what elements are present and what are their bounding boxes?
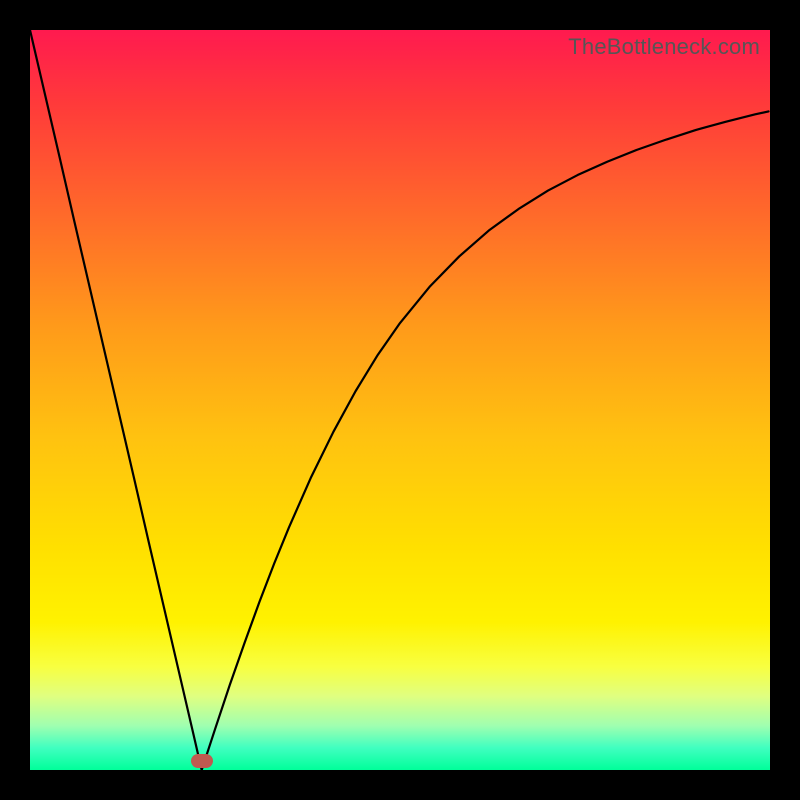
plot-area: TheBottleneck.com <box>30 30 770 770</box>
optimal-point-marker <box>191 754 213 768</box>
chart-frame: TheBottleneck.com <box>0 0 800 800</box>
bottleneck-curve <box>30 30 769 770</box>
curve-layer <box>30 30 770 770</box>
